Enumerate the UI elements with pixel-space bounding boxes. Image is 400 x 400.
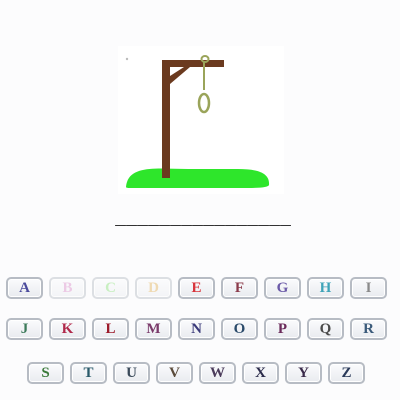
letter-key-a[interactable]: A	[6, 277, 43, 299]
letter-key-z[interactable]: Z	[328, 362, 365, 384]
word-blank: _	[203, 210, 214, 230]
letter-key-h[interactable]: H	[307, 277, 344, 299]
word-blank: _	[159, 210, 170, 230]
letter-key-y[interactable]: Y	[285, 362, 322, 384]
letter-key-k[interactable]: K	[49, 318, 86, 340]
word-blank: _	[137, 210, 148, 230]
word-blank: _	[280, 210, 291, 230]
word-blank: _	[247, 210, 258, 230]
keyboard-row: JKLMNOPQR	[0, 318, 400, 344]
gallows-drawing	[118, 46, 284, 194]
word-blank: _	[181, 210, 192, 230]
letter-key-r[interactable]: R	[350, 318, 387, 340]
word-blank: _	[126, 210, 137, 230]
letter-key-j[interactable]: J	[6, 318, 43, 340]
gallows-svg	[125, 55, 270, 188]
letter-key-p[interactable]: P	[264, 318, 301, 340]
word-blank: _	[170, 210, 181, 230]
keyboard-row: ABCDEFGHI	[0, 277, 400, 303]
noose-loop	[197, 92, 211, 114]
speck-mark	[125, 57, 129, 61]
letter-key-f[interactable]: F	[221, 277, 258, 299]
word-blank: _	[192, 210, 203, 230]
rope-knot	[200, 55, 210, 63]
word-blank: _	[225, 210, 236, 230]
word-blank: _	[148, 210, 159, 230]
letter-key-c[interactable]: C	[92, 277, 129, 299]
hangman-game: _ _ _ _ _ _ _ _ _ _ _ _ _ _ _ _ ABCDEFGHIJKLMNOPQRSTUVW…	[0, 0, 400, 400]
letter-key-g[interactable]: G	[264, 277, 301, 299]
letter-key-m[interactable]: M	[135, 318, 172, 340]
word-blank: _	[236, 210, 247, 230]
letter-key-b[interactable]: B	[49, 277, 86, 299]
grass-mound	[126, 168, 270, 188]
keyboard-row: STUVWXYZ	[0, 362, 400, 388]
gallows-post	[162, 60, 170, 178]
letter-key-n[interactable]: N	[178, 318, 215, 340]
word-blank: _	[214, 210, 225, 230]
word-blank: _	[269, 210, 280, 230]
letter-key-i[interactable]: I	[350, 277, 387, 299]
letter-key-o[interactable]: O	[221, 318, 258, 340]
letter-key-e[interactable]: E	[178, 277, 215, 299]
word-blank: _	[115, 210, 126, 230]
letter-key-l[interactable]: L	[92, 318, 129, 340]
letter-key-s[interactable]: S	[27, 362, 64, 384]
letter-key-d[interactable]: D	[135, 277, 172, 299]
letter-key-u[interactable]: U	[113, 362, 150, 384]
letter-key-w[interactable]: W	[199, 362, 236, 384]
gallows-beam	[162, 60, 224, 67]
letter-key-v[interactable]: V	[156, 362, 193, 384]
letter-key-x[interactable]: X	[242, 362, 279, 384]
word-blanks: _ _ _ _ _ _ _ _ _ _ _ _ _ _ _ _	[108, 208, 298, 232]
letter-key-t[interactable]: T	[70, 362, 107, 384]
word-blank: _	[258, 210, 269, 230]
letter-key-q[interactable]: Q	[307, 318, 344, 340]
gallows-brace	[170, 67, 190, 84]
